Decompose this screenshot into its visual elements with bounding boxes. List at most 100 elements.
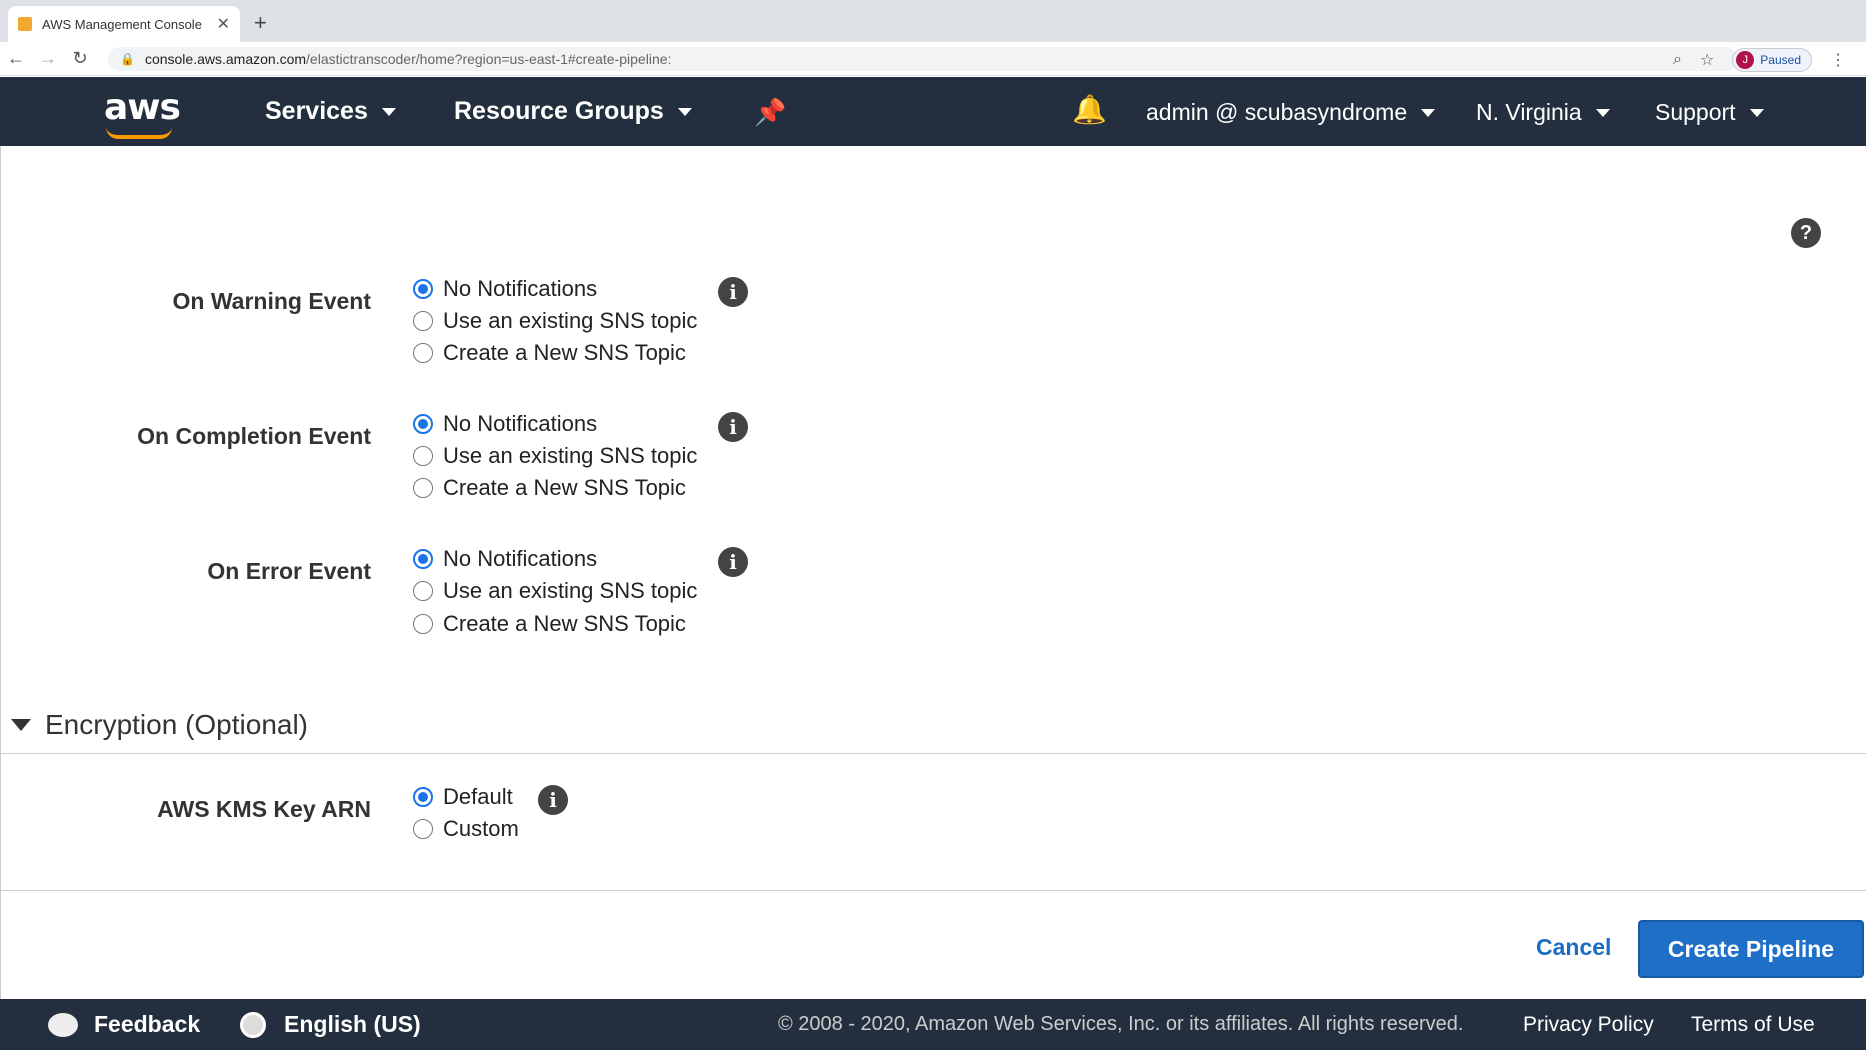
actions-divider xyxy=(1,890,1866,891)
region-label: N. Virginia xyxy=(1476,99,1582,125)
new-tab-icon[interactable]: + xyxy=(254,10,267,36)
encryption-section-toggle[interactable]: Encryption (Optional) xyxy=(11,709,308,741)
completion-event-label: On Completion Event xyxy=(137,423,371,449)
info-icon[interactable]: i xyxy=(718,412,748,442)
url-path: /elastictranscoder/home?region=us-east-1… xyxy=(306,51,672,67)
avatar: J xyxy=(1736,51,1755,69)
error-existing-sns-radio[interactable]: Use an existing SNS topic xyxy=(413,578,697,604)
chevron-down-icon xyxy=(1421,108,1436,117)
create-pipeline-button[interactable]: Create Pipeline xyxy=(1638,920,1864,978)
support-label: Support xyxy=(1655,99,1736,125)
profile-button[interactable]: J Paused xyxy=(1732,48,1812,72)
zoom-icon[interactable]: ⌕ xyxy=(1673,51,1682,69)
info-icon[interactable]: i xyxy=(718,277,748,307)
radio-icon xyxy=(413,614,433,634)
info-icon[interactable]: i xyxy=(538,785,568,815)
account-menu[interactable]: admin @ scubasyndrome xyxy=(1146,99,1436,126)
option-label: Use an existing SNS topic xyxy=(443,443,698,468)
bookmark-star-icon[interactable]: ☆ xyxy=(1700,50,1714,70)
services-menu[interactable]: Services xyxy=(265,97,396,126)
aws-top-nav: aws Services Resource Groups 📌 🔔 admin @… xyxy=(0,77,1866,146)
option-label: Create a New SNS Topic xyxy=(443,340,686,365)
warning-no-notifications-radio[interactable]: No Notifications xyxy=(413,276,597,302)
browser-menu-icon[interactable]: ⋮ xyxy=(1830,50,1846,70)
option-label: Default xyxy=(443,784,513,809)
warning-event-label: On Warning Event xyxy=(172,288,372,314)
close-tab-icon[interactable]: ✕ xyxy=(217,14,230,34)
section-divider xyxy=(1,753,1866,754)
speech-bubble-icon xyxy=(48,1012,78,1037)
reload-icon[interactable]: ↻ xyxy=(64,48,96,69)
kms-default-radio[interactable]: Default xyxy=(413,784,513,810)
radio-icon xyxy=(413,819,433,839)
completion-existing-sns-radio[interactable]: Use an existing SNS topic xyxy=(413,443,697,469)
chevron-down-icon xyxy=(1595,108,1610,117)
forward-icon[interactable]: → xyxy=(32,48,64,69)
globe-icon xyxy=(240,1011,266,1038)
language-label: English (US) xyxy=(284,1011,421,1037)
completion-new-sns-radio[interactable]: Create a New SNS Topic xyxy=(413,475,686,501)
aws-smile-icon xyxy=(106,127,172,139)
feedback-label: Feedback xyxy=(94,1011,201,1037)
browser-tab[interactable]: AWS Management Console ✕ xyxy=(8,6,240,42)
option-label: Custom xyxy=(443,816,519,841)
radio-icon xyxy=(413,581,433,601)
warning-new-sns-radio[interactable]: Create a New SNS Topic xyxy=(413,340,686,366)
radio-icon xyxy=(413,343,433,363)
info-icon[interactable]: i xyxy=(718,547,748,577)
option-label: No Notifications xyxy=(443,411,598,436)
error-new-sns-radio[interactable]: Create a New SNS Topic xyxy=(413,611,686,637)
radio-checked-icon xyxy=(413,414,433,434)
aws-logo[interactable]: aws xyxy=(104,87,181,139)
kms-key-label: AWS KMS Key ARN xyxy=(157,796,371,822)
resource-groups-menu[interactable]: Resource Groups xyxy=(454,97,692,126)
encryption-section-title: Encryption (Optional) xyxy=(45,709,309,740)
chevron-down-icon xyxy=(677,107,692,116)
chevron-down-icon xyxy=(1749,108,1764,117)
aws-favicon-icon xyxy=(18,17,32,31)
kms-custom-radio[interactable]: Custom xyxy=(413,816,519,842)
lock-icon: 🔒 xyxy=(120,52,135,66)
radio-icon xyxy=(413,478,433,498)
cancel-button[interactable]: Cancel xyxy=(1536,934,1611,961)
url-host: console.aws.amazon.com xyxy=(144,51,307,67)
option-label: Use an existing SNS topic xyxy=(443,308,698,333)
option-label: No Notifications xyxy=(443,276,598,301)
feedback-link[interactable]: Feedback xyxy=(48,1011,200,1038)
create-pipeline-form: ? On Warning Event No Notifications Use … xyxy=(0,146,1866,999)
terms-of-use-link[interactable]: Terms of Use xyxy=(1691,1013,1815,1037)
error-no-notifications-radio[interactable]: No Notifications xyxy=(413,546,597,572)
bell-icon[interactable]: 🔔 xyxy=(1072,93,1107,126)
option-label: Use an existing SNS topic xyxy=(443,578,698,603)
completion-no-notifications-radio[interactable]: No Notifications xyxy=(413,411,597,437)
support-menu[interactable]: Support xyxy=(1655,99,1764,126)
radio-checked-icon xyxy=(413,549,433,569)
browser-tab-bar: AWS Management Console ✕ + xyxy=(0,0,1866,42)
radio-checked-icon xyxy=(413,787,433,807)
services-label: Services xyxy=(265,97,368,125)
option-label: Create a New SNS Topic xyxy=(443,611,686,636)
option-label: No Notifications xyxy=(443,546,598,571)
radio-icon xyxy=(413,446,433,466)
privacy-policy-link[interactable]: Privacy Policy xyxy=(1523,1013,1654,1037)
chevron-down-icon xyxy=(381,107,396,116)
language-selector[interactable]: English (US) xyxy=(240,1011,421,1038)
tab-title: AWS Management Console xyxy=(42,16,202,32)
copyright-text: © 2008 - 2020, Amazon Web Services, Inc.… xyxy=(778,1013,1464,1035)
radio-icon xyxy=(413,311,433,331)
aws-footer: Feedback English (US) © 2008 - 2020, Ama… xyxy=(0,999,1866,1050)
pin-icon[interactable]: 📌 xyxy=(754,97,786,128)
option-label: Create a New SNS Topic xyxy=(443,475,686,500)
resource-groups-label: Resource Groups xyxy=(454,97,664,125)
browser-toolbar: ← → ↻ 🔒 console.aws.amazon.com /elastict… xyxy=(0,42,1866,76)
back-icon[interactable]: ← xyxy=(0,48,32,69)
triangle-down-icon xyxy=(11,719,31,731)
help-icon[interactable]: ? xyxy=(1791,218,1821,248)
profile-status: Paused xyxy=(1760,53,1801,67)
warning-existing-sns-radio[interactable]: Use an existing SNS topic xyxy=(413,308,697,334)
toolbar-right: ⌕ ☆ J Paused ⋮ xyxy=(1673,48,1846,72)
address-bar[interactable]: 🔒 console.aws.amazon.com /elastictransco… xyxy=(108,47,1738,71)
region-menu[interactable]: N. Virginia xyxy=(1476,99,1610,126)
radio-checked-icon xyxy=(413,279,433,299)
account-label: admin @ scubasyndrome xyxy=(1146,99,1408,125)
